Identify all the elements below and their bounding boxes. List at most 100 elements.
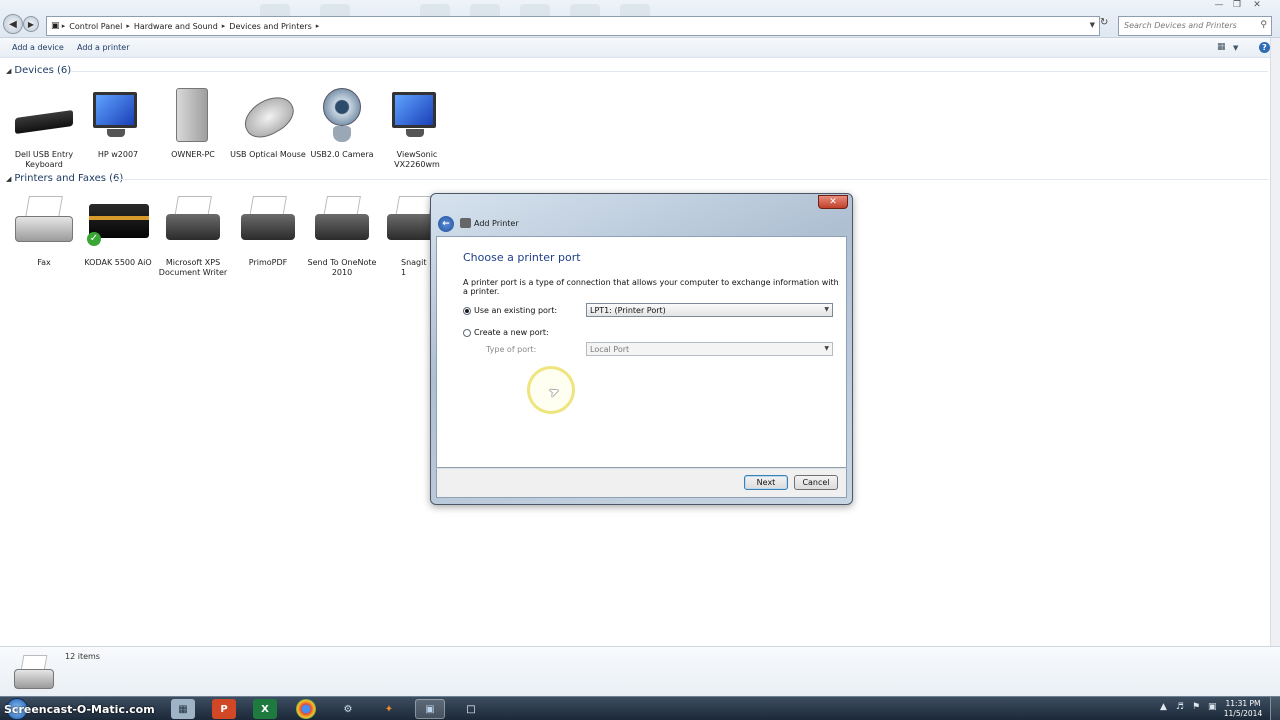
printer-icon	[237, 194, 299, 254]
maximize-button[interactable]: ❐	[1228, 0, 1246, 12]
chrome-icon[interactable]	[296, 699, 316, 719]
monitor-icon	[87, 86, 149, 146]
device-tile[interactable]: USB Optical Mouse	[230, 86, 306, 160]
snipping-tool-icon[interactable]: □	[459, 699, 483, 719]
flag-icon[interactable]: ⚑	[1192, 702, 1200, 712]
printer-tile[interactable]: Snagit 1	[379, 194, 431, 278]
type-of-port-label: Type of port:	[486, 345, 537, 354]
control-panel-icon: ▣	[51, 21, 60, 31]
add-device-button[interactable]: Add a device	[12, 43, 64, 52]
webcam-icon	[311, 86, 373, 146]
keyboard-icon	[13, 86, 75, 146]
refresh-icon[interactable]: ↻	[1100, 17, 1108, 28]
system-clock[interactable]: 11:31 PM 11/5/2014	[1223, 699, 1263, 719]
back-button[interactable]: ◀	[3, 14, 23, 34]
group-divider	[114, 179, 1268, 180]
search-placeholder: Search Devices and Printers	[1124, 21, 1237, 30]
dialog-close-button[interactable]: ✕	[818, 195, 848, 209]
computer-icon	[162, 86, 224, 146]
clock-date: 11/5/2014	[1223, 709, 1263, 718]
minimize-button[interactable]: —	[1210, 0, 1228, 12]
dialog-content: Choose a printer port A printer port is …	[436, 236, 847, 468]
help-icon[interactable]: ?	[1259, 42, 1270, 53]
printer-icon	[12, 653, 56, 691]
chevron-down-icon: ▼	[824, 345, 829, 352]
device-tile[interactable]: Dell USB Entry Keyboard	[6, 86, 82, 170]
address-bar[interactable]: ▣ ▸ Control Panel ▸ Hardware and Sound ▸…	[46, 16, 1100, 36]
app-icon[interactable]: ⚙	[336, 699, 360, 719]
show-desktop-button[interactable]	[1270, 697, 1280, 720]
chevron-down-icon[interactable]: ▼	[1090, 21, 1095, 29]
breadcrumb-devices-and-printers[interactable]: Devices and Printers	[225, 22, 315, 31]
printer-label: Send To OneNote 2010	[307, 258, 377, 277]
control-panel-icon[interactable]: ▣	[415, 699, 445, 719]
printer-icon	[311, 194, 373, 254]
search-input[interactable]: Search Devices and Printers ⚲	[1118, 16, 1272, 36]
create-new-port-radio[interactable]	[463, 329, 471, 337]
forward-button[interactable]: ▶	[23, 16, 39, 32]
arrow-left-icon: ←	[442, 219, 450, 229]
device-tile[interactable]: ViewSonic VX2260wm	[379, 86, 455, 170]
volume-icon[interactable]: ♬	[1176, 702, 1184, 712]
group-divider	[70, 71, 1268, 72]
device-label: USB Optical Mouse	[230, 150, 306, 159]
printer-tile[interactable]: Fax	[6, 194, 82, 268]
device-tile[interactable]: USB2.0 Camera	[304, 86, 380, 160]
breadcrumb-hardware-and-sound[interactable]: Hardware and Sound	[130, 22, 222, 31]
printer-icon	[460, 218, 471, 228]
powerpoint-icon[interactable]: P	[212, 699, 236, 719]
printer-tile[interactable]: Send To OneNote 2010	[304, 194, 380, 278]
device-label: HP w2007	[97, 150, 139, 159]
type-of-port-value: Local Port	[590, 345, 630, 354]
device-tile[interactable]: OWNER-PC	[155, 86, 231, 160]
printer-label: Snagit 1	[401, 258, 427, 277]
printer-label: KODAK 5500 AiO	[84, 258, 152, 267]
create-new-port-label[interactable]: Create a new port:	[474, 328, 549, 337]
dialog-heading: Choose a printer port	[463, 251, 581, 264]
existing-port-select[interactable]: LPT1: (Printer Port) ▼	[586, 303, 833, 317]
printer-icon	[162, 194, 224, 254]
search-icon: ⚲	[1260, 20, 1267, 30]
add-printer-dialog: ✕ ← Add Printer Choose a printer port A …	[430, 193, 853, 505]
command-bar: Add a device Add a printer ▦ ▼ ?	[0, 38, 1270, 58]
breadcrumb-separator: ▸	[315, 22, 320, 30]
calculator-icon[interactable]: ▦	[171, 699, 195, 719]
change-view-icon[interactable]: ▦	[1217, 42, 1226, 52]
app-icon[interactable]: ✦	[377, 699, 401, 719]
devices-group-title: Devices (6)	[14, 65, 72, 76]
dialog-footer: Next Cancel	[436, 468, 847, 498]
arrow-left-icon: ◀	[9, 18, 17, 30]
mouse-icon	[237, 86, 301, 146]
existing-port-value: LPT1: (Printer Port)	[590, 306, 666, 315]
item-count: 12 items	[65, 652, 100, 661]
use-existing-port-label[interactable]: Use an existing port:	[474, 306, 557, 315]
network-icon[interactable]: ▣	[1208, 702, 1217, 712]
arrow-right-icon: ▶	[27, 19, 35, 29]
printer-label: Microsoft XPS Document Writer	[158, 258, 228, 277]
screencast-watermark: Screencast-O-Matic.com	[4, 703, 155, 716]
printer-tile[interactable]: PrimoPDF	[230, 194, 306, 268]
device-tile[interactable]: HP w2007	[80, 86, 156, 160]
printers-group-header[interactable]: ◢ Printers and Faxes (6)	[6, 173, 123, 184]
excel-icon[interactable]: X	[253, 699, 277, 719]
devices-group-header[interactable]: ◢ Devices (6)	[6, 65, 71, 76]
type-of-port-select[interactable]: Local Port ▼	[586, 342, 833, 356]
use-existing-port-radio[interactable]	[463, 307, 471, 315]
chevron-down-icon[interactable]: ▼	[1233, 44, 1238, 52]
vertical-scrollbar[interactable]	[1270, 38, 1280, 646]
breadcrumb-control-panel[interactable]: Control Panel	[65, 22, 126, 31]
fax-icon	[13, 194, 75, 254]
printer-tile[interactable]: Microsoft XPS Document Writer	[155, 194, 231, 278]
dialog-back-button[interactable]: ←	[438, 216, 454, 232]
details-pane: 12 items	[0, 646, 1280, 696]
cancel-button[interactable]: Cancel	[794, 475, 838, 490]
close-button[interactable]: ✕	[1248, 0, 1266, 12]
add-printer-button[interactable]: Add a printer	[77, 43, 129, 52]
printers-group-title: Printers and Faxes (6)	[14, 173, 124, 184]
collapse-triangle-icon: ◢	[6, 175, 12, 183]
printer-tile[interactable]: ✓ KODAK 5500 AiO	[80, 194, 156, 268]
device-label: USB2.0 Camera	[310, 150, 374, 159]
next-button[interactable]: Next	[744, 475, 788, 490]
tray-expand-icon[interactable]: ▲	[1160, 702, 1167, 712]
device-label: OWNER-PC	[171, 150, 215, 159]
